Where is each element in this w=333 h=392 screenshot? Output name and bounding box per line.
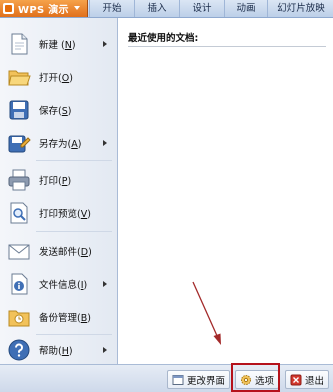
menu-item-save[interactable]: 保存(S) [0, 93, 117, 126]
menu-item-send-mail[interactable]: 发送邮件(D) [0, 234, 117, 267]
wps-logo-icon [3, 3, 14, 14]
mail-icon [8, 244, 30, 260]
printer-icon [8, 169, 30, 191]
menu-label-file-info: 文件信息 [39, 280, 78, 291]
menu-key-help: H [61, 346, 69, 357]
tab-animation[interactable]: 动画 [224, 0, 267, 17]
menu-label-open: 打开 [39, 73, 59, 84]
recent-documents-panel: 最近使用的文档: [118, 18, 333, 364]
menu-key-save-as: A [71, 139, 78, 150]
menu-separator [36, 231, 112, 232]
menu-label-send-mail: 发送邮件 [39, 247, 78, 258]
menu-item-backup[interactable]: 备份管理(B) [0, 300, 117, 333]
menu-key-file-info: I [80, 280, 84, 291]
dropdown-arrow-icon [74, 6, 80, 10]
menu-item-save-as[interactable]: 另存为(A) [0, 126, 117, 159]
options-button[interactable]: 选项 [235, 370, 280, 389]
menu-item-new[interactable]: 新建 (N) [0, 27, 117, 60]
recent-title-divider [128, 46, 326, 47]
menu-separator [36, 160, 112, 161]
submenu-arrow-icon [103, 41, 107, 47]
menu-key-print-preview: V [80, 209, 88, 220]
menu-key-backup: B [80, 313, 88, 324]
menu-label-save-as: 另存为 [39, 139, 68, 150]
app-title: WPS 演示 [18, 5, 69, 16]
title-bar: WPS 演示 开始 插入 设计 动画 幻灯片放映 [0, 0, 333, 18]
menu-label-help: 帮助 [39, 346, 59, 357]
exit-icon [290, 374, 302, 385]
help-icon [8, 339, 30, 361]
menu-label-print-preview: 打印预览 [39, 209, 78, 220]
open-folder-icon [8, 70, 31, 86]
menu-key-new: N [64, 40, 72, 51]
bottom-bar: 更改界面 选项 退出 [0, 364, 333, 392]
submenu-arrow-icon [103, 347, 107, 353]
wps-menu-button[interactable]: WPS 演示 [0, 0, 88, 17]
change-interface-label: 更改界面 [187, 375, 226, 387]
menu-key-save: S [61, 106, 68, 117]
menu-label-save: 保存 [39, 106, 59, 117]
options-gear-icon [241, 374, 251, 385]
save-disk-icon [9, 100, 29, 120]
menu-key-send-mail: D [80, 247, 89, 258]
change-interface-icon [172, 374, 184, 385]
tab-slideshow[interactable]: 幻灯片放映 [267, 0, 333, 17]
tab-home[interactable]: 开始 [89, 0, 134, 17]
submenu-arrow-icon [103, 140, 107, 146]
exit-button[interactable]: 退出 [285, 370, 330, 389]
menu-item-file-info[interactable]: 文件信息(I) [0, 267, 117, 300]
new-document-icon [11, 33, 28, 55]
recent-documents-title: 最近使用的文档: [128, 33, 199, 44]
menu-item-help[interactable]: 帮助(H) [0, 333, 117, 366]
tab-design[interactable]: 设计 [179, 0, 224, 17]
options-label: 选项 [255, 375, 275, 387]
file-menu: 新建 (N) 打开(O) 保存(S) 另存为(A) 打印(P) 打印预览(V) … [0, 18, 118, 364]
menu-label-backup: 备份管理 [39, 313, 78, 324]
menu-item-print-preview[interactable]: 打印预览(V) [0, 196, 117, 229]
backup-icon [8, 310, 30, 327]
print-preview-icon [10, 202, 28, 224]
submenu-arrow-icon [103, 281, 107, 287]
menu-key-print: P [61, 176, 68, 187]
menu-item-print[interactable]: 打印(P) [0, 163, 117, 196]
menu-item-open[interactable]: 打开(O) [0, 60, 117, 93]
menu-key-open: O [61, 73, 70, 84]
file-info-icon [11, 273, 28, 295]
wps-backstage-menu: WPS 演示 开始 插入 设计 动画 幻灯片放映 新建 (N) 打开(O) 保存… [0, 0, 333, 392]
menu-label-new: 新建 [39, 40, 59, 51]
change-interface-button[interactable]: 更改界面 [167, 370, 231, 389]
menu-label-print: 打印 [39, 176, 59, 187]
save-as-icon [8, 135, 31, 153]
tab-insert[interactable]: 插入 [134, 0, 179, 17]
exit-label: 退出 [305, 375, 325, 387]
